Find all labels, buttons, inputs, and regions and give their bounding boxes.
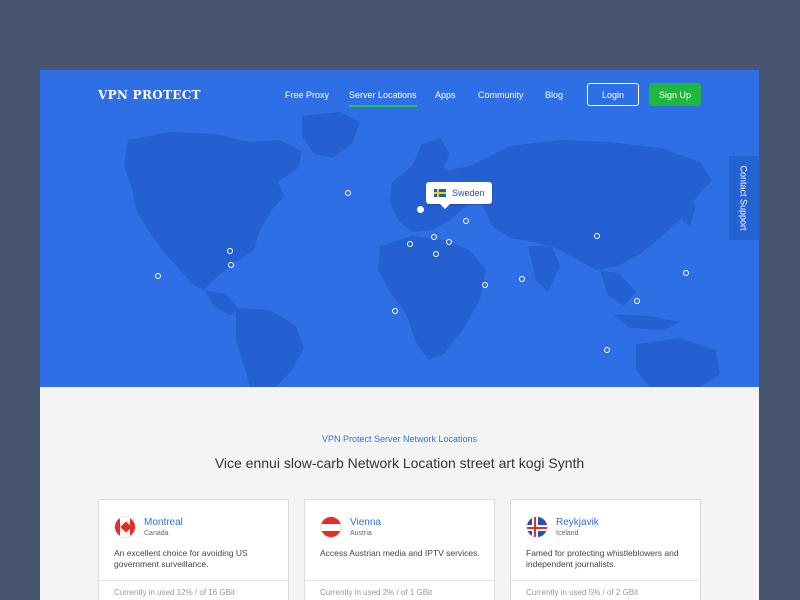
tooltip-country: Sweden bbox=[452, 188, 485, 198]
card-usage: Currently in used 2% / of 1 GBit bbox=[320, 588, 433, 597]
card-city[interactable]: Montreal bbox=[144, 517, 183, 528]
contact-support-label: Contact Support bbox=[739, 165, 750, 231]
section-title: Vice ennui slow-carb Network Location st… bbox=[214, 455, 585, 471]
world-map bbox=[124, 112, 720, 387]
card-divider bbox=[305, 580, 494, 581]
sweden-flag-icon bbox=[434, 189, 446, 197]
continent-australia bbox=[636, 338, 720, 387]
brand-logo[interactable]: VPN PROTECT bbox=[98, 88, 201, 102]
location-marker[interactable] bbox=[228, 262, 234, 268]
location-marker[interactable] bbox=[604, 347, 610, 353]
nav-community[interactable]: Community bbox=[478, 90, 524, 100]
card-usage: Currently in used 5% / of 2 GBit bbox=[526, 588, 639, 597]
location-marker[interactable] bbox=[683, 270, 689, 276]
landmass-southeast-asia bbox=[600, 270, 636, 306]
location-marker[interactable] bbox=[594, 233, 600, 239]
continent-north-america bbox=[124, 132, 302, 290]
iceland-flag-icon bbox=[526, 516, 548, 538]
continent-south-america bbox=[236, 308, 304, 387]
location-marker[interactable] bbox=[463, 218, 469, 224]
card-usage: Currently in used 12% / of 16 GBit bbox=[114, 588, 235, 597]
card-divider bbox=[511, 580, 700, 581]
section-kicker: VPN Protect Server Network Locations bbox=[321, 434, 478, 444]
card-description: An excellent choice for avoiding US gove… bbox=[114, 548, 248, 569]
location-marker[interactable] bbox=[634, 298, 640, 304]
card-divider bbox=[99, 580, 288, 581]
card-country: Austria bbox=[350, 530, 372, 537]
location-marker[interactable] bbox=[155, 273, 161, 279]
signup-button[interactable]: Sign Up bbox=[649, 83, 701, 106]
hero-map-section: VPN PROTECT Free Proxy Server Locations … bbox=[40, 70, 759, 387]
contact-support-tab[interactable]: Contact Support bbox=[729, 156, 759, 240]
location-marker[interactable] bbox=[446, 239, 452, 245]
nav-free-proxy[interactable]: Free Proxy bbox=[285, 90, 329, 100]
location-marker[interactable] bbox=[345, 190, 351, 196]
nav-apps[interactable]: Apps bbox=[435, 90, 456, 100]
location-marker[interactable] bbox=[392, 308, 398, 314]
landmass-india bbox=[528, 246, 560, 292]
card-city[interactable]: Reykjavik bbox=[556, 517, 599, 528]
location-marker-selected[interactable] bbox=[417, 206, 424, 213]
location-tooltip: Sweden bbox=[426, 182, 492, 209]
location-marker[interactable] bbox=[227, 248, 233, 254]
nav-server-locations[interactable]: Server Locations bbox=[349, 90, 417, 107]
location-marker[interactable] bbox=[433, 251, 439, 257]
location-marker[interactable] bbox=[431, 234, 437, 240]
login-button[interactable]: Login bbox=[587, 83, 639, 106]
card-country: Iceland bbox=[556, 530, 579, 537]
location-marker[interactable] bbox=[519, 276, 525, 282]
canada-flag-icon bbox=[114, 516, 136, 538]
nav-blog[interactable]: Blog bbox=[545, 90, 563, 100]
card-description: Famed for protecting whistleblowers and … bbox=[526, 548, 679, 569]
page-frame: VPN PROTECT Free Proxy Server Locations … bbox=[40, 70, 759, 600]
card-country: Canada bbox=[144, 530, 169, 537]
location-card-vienna[interactable]: Vienna Austria Access Austrian media and… bbox=[304, 499, 495, 600]
landmass-greenland bbox=[302, 112, 360, 158]
continent-central-america bbox=[204, 290, 238, 316]
location-marker[interactable] bbox=[407, 241, 413, 247]
location-card-reykjavik[interactable]: Reykjavik Iceland Famed for protecting w… bbox=[510, 499, 701, 600]
location-card-montreal[interactable]: Montreal Canada An excellent choice for … bbox=[98, 499, 289, 600]
location-marker[interactable] bbox=[482, 282, 488, 288]
continent-asia bbox=[470, 140, 712, 270]
landmass-scandinavia bbox=[412, 138, 450, 172]
card-city[interactable]: Vienna bbox=[350, 517, 381, 528]
card-description: Access Austrian media and IPTV services. bbox=[320, 548, 480, 558]
continent-africa bbox=[378, 236, 486, 360]
austria-flag-icon bbox=[320, 516, 342, 538]
landmass-indonesia bbox=[612, 314, 680, 330]
